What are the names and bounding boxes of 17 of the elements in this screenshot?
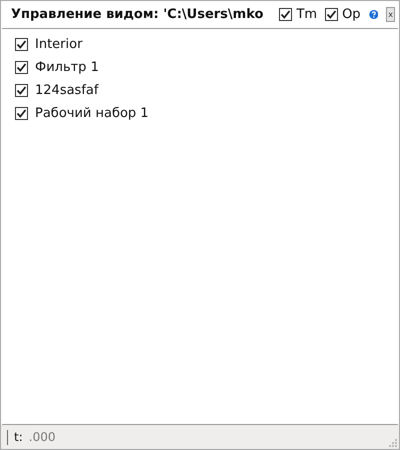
item-label: Рабочий набор 1 bbox=[35, 104, 149, 123]
status-label: t: bbox=[14, 429, 23, 446]
item-label: Interior bbox=[35, 36, 82, 54]
status-value: .000 bbox=[28, 429, 56, 446]
checkbox[interactable] bbox=[15, 107, 28, 120]
item-label: Фильтр 1 bbox=[35, 58, 99, 77]
checkbox[interactable] bbox=[15, 61, 28, 74]
checkbox[interactable] bbox=[325, 8, 338, 21]
item-label: 124sasfaf bbox=[35, 82, 98, 100]
window-title: Управление видом: 'C:\Users\mko bbox=[11, 6, 264, 24]
checkbox[interactable] bbox=[15, 38, 28, 51]
checkbox-label: Tm bbox=[296, 6, 318, 24]
close-button[interactable]: x bbox=[386, 7, 395, 22]
resize-grip-icon[interactable] bbox=[387, 437, 397, 447]
checkbox-label: Op bbox=[342, 6, 361, 24]
checkbox[interactable] bbox=[279, 8, 292, 21]
checkbox[interactable] bbox=[15, 84, 28, 97]
